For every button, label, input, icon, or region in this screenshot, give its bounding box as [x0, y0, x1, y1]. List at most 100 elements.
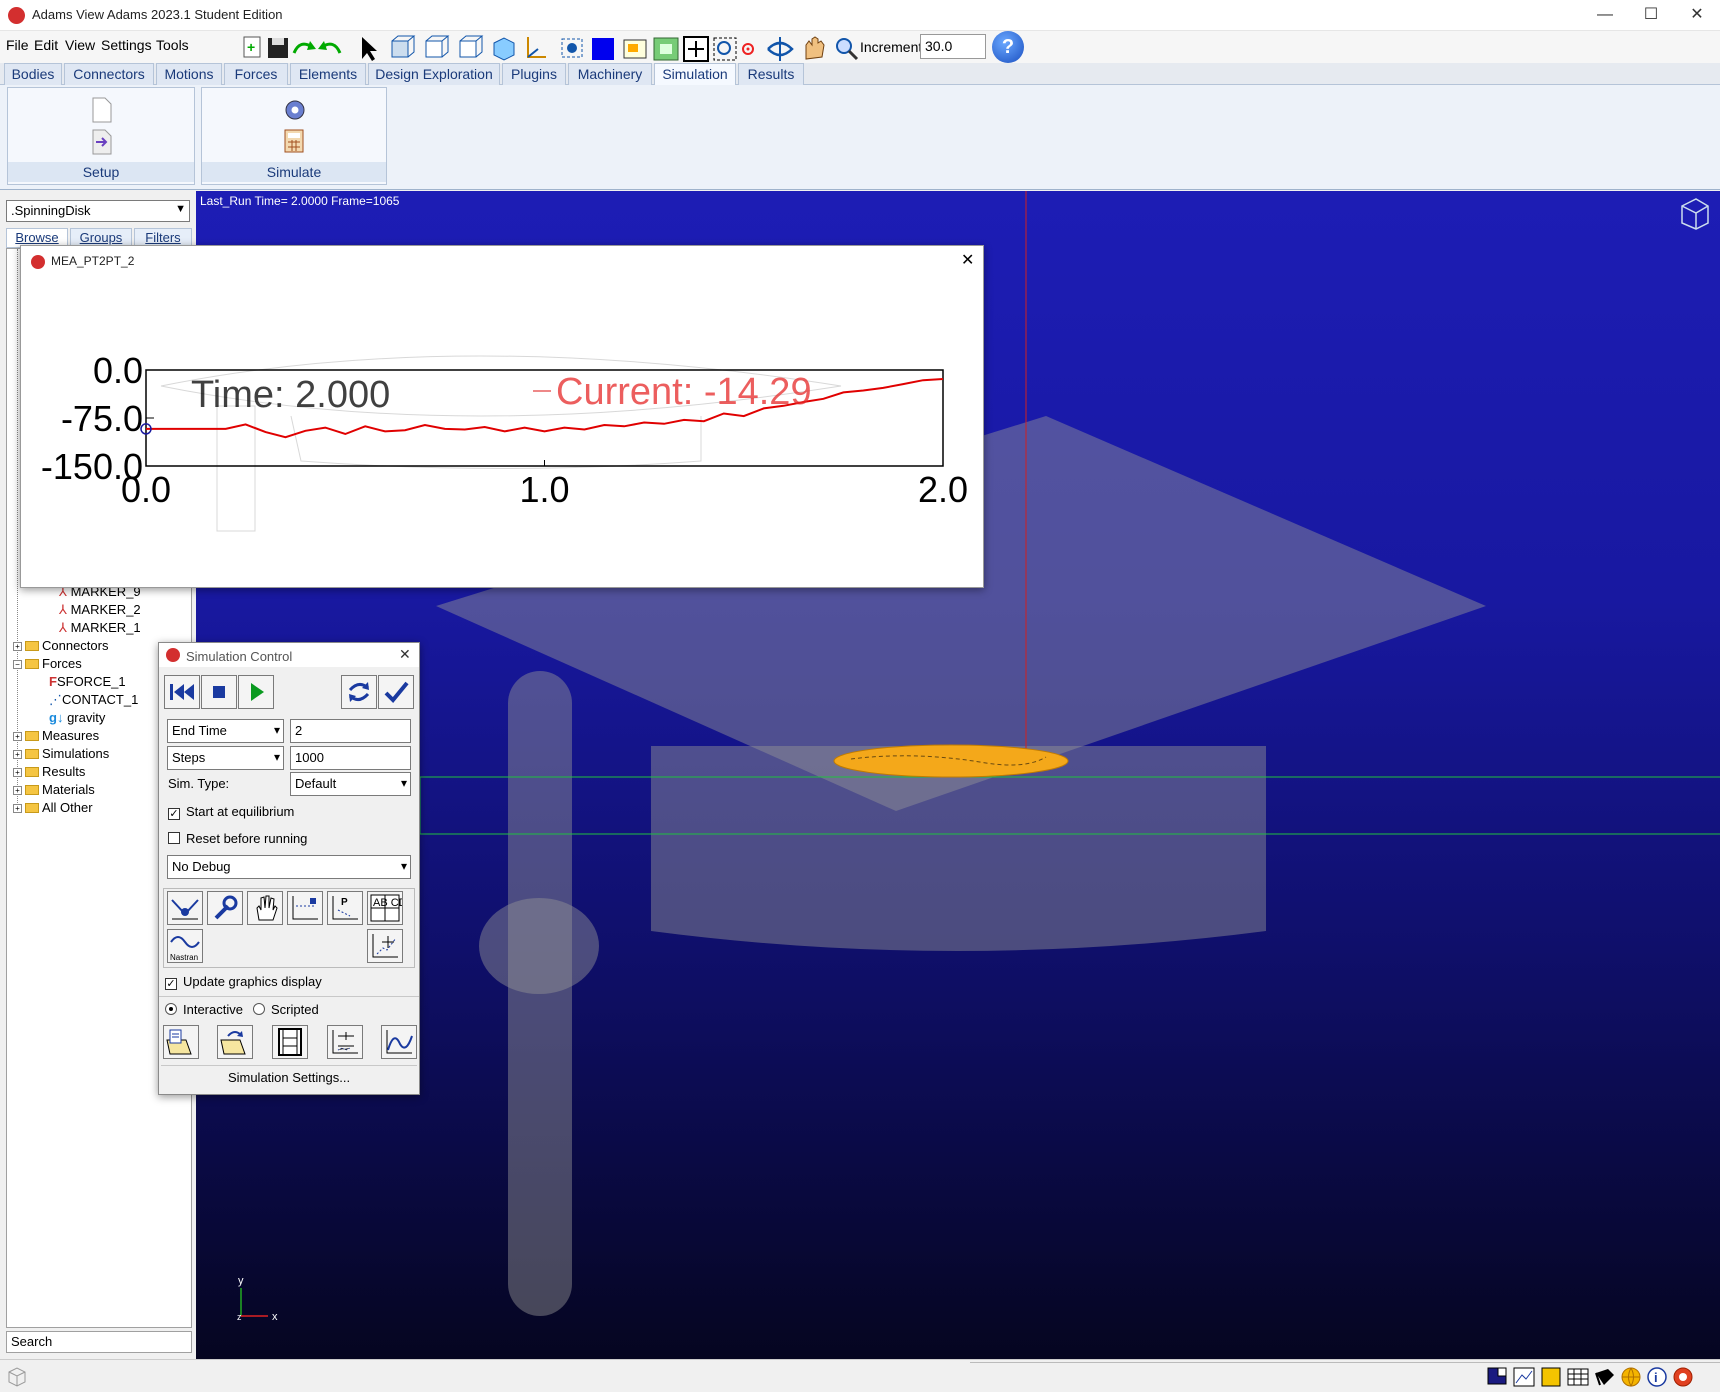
debug-select[interactable]: No Debug — [167, 855, 411, 879]
tree-item-gravity[interactable]: g↓ gravity — [49, 709, 105, 727]
iso-view-icon[interactable] — [493, 37, 515, 61]
expand-icon[interactable]: + — [13, 786, 22, 795]
simulation-control-dialog[interactable]: Simulation Control ✕ End Time 2 Steps 10… — [158, 642, 420, 1095]
color-icon[interactable] — [1541, 1367, 1561, 1387]
document-icon[interactable] — [92, 97, 112, 123]
simulation-settings-button[interactable]: Simulation Settings... — [161, 1065, 417, 1091]
save-run-button[interactable] — [163, 1025, 199, 1059]
tree-item-simulations[interactable]: + Simulations — [13, 745, 109, 763]
menu-view[interactable]: View — [65, 37, 95, 53]
collapse-icon[interactable]: − — [13, 660, 22, 669]
tab-simulation[interactable]: Simulation — [654, 63, 736, 86]
interactive-radio[interactable]: Interactive — [165, 1002, 243, 1017]
tree-item-marker-2[interactable]: ⅄ MARKER_2 — [59, 601, 141, 619]
top-view-icon[interactable] — [425, 35, 450, 58]
gear-icon[interactable] — [285, 100, 305, 120]
setup-label[interactable]: Setup — [8, 162, 194, 182]
save-icon[interactable] — [268, 38, 288, 58]
maximize-button[interactable]: ☐ — [1628, 0, 1674, 30]
reset-before-checkbox[interactable]: Reset before running — [168, 831, 307, 846]
animation-button[interactable] — [272, 1025, 308, 1059]
steps-input[interactable]: 1000 — [290, 746, 411, 770]
stop-button[interactable] — [201, 675, 237, 709]
hand-button[interactable] — [247, 891, 283, 925]
table-icon[interactable] — [1567, 1368, 1589, 1386]
render-mode-icon[interactable] — [561, 38, 583, 58]
end-time-mode-select[interactable]: End Time — [167, 719, 284, 743]
rotate-icon[interactable] — [767, 37, 794, 61]
expand-icon[interactable]: + — [13, 642, 22, 651]
tree-item-contact-1[interactable]: ⋰CONTACT_1 — [49, 691, 138, 709]
select-pointer-icon[interactable] — [362, 37, 377, 61]
sim-type-select[interactable]: Default — [290, 772, 411, 796]
menu-file[interactable]: File — [6, 37, 29, 53]
fit-icon[interactable] — [653, 37, 679, 61]
interactive-sensor-button[interactable] — [167, 891, 203, 925]
plotting-button[interactable] — [381, 1025, 417, 1059]
expand-icon[interactable]: + — [13, 804, 22, 813]
stop-icon[interactable] — [1673, 1367, 1693, 1387]
search-input[interactable]: Search — [6, 1331, 192, 1353]
help-button[interactable]: ? — [992, 31, 1024, 63]
front-view-icon[interactable] — [391, 35, 416, 58]
wrench-button[interactable] — [207, 891, 243, 925]
model-select[interactable]: .SpinningDisk ▼ — [6, 200, 190, 222]
tree-item-sforce-1[interactable]: FSFORCE_1 — [49, 673, 126, 691]
spinning-disk[interactable] — [833, 744, 1069, 778]
pan-icon[interactable] — [805, 36, 825, 60]
tree-item-all-other[interactable]: + All Other — [13, 799, 93, 817]
plot-points-button[interactable]: P — [327, 891, 363, 925]
expand-icon[interactable]: + — [13, 768, 22, 777]
nastran-button[interactable]: Nastran — [167, 929, 203, 963]
increment-input[interactable]: 30.0 — [920, 34, 986, 59]
update-graphics-checkbox[interactable]: ✓ Update graphics display — [165, 974, 322, 990]
center-icon[interactable] — [742, 43, 754, 55]
load-run-button[interactable] — [217, 1025, 253, 1059]
play-button[interactable] — [238, 675, 274, 709]
expand-icon[interactable]: + — [13, 732, 22, 741]
scripted-radio[interactable]: Scripted — [253, 1002, 319, 1017]
measure-plot-window[interactable]: MEA_PT2PT_2 ✕ 0.0 -75.0 -150.0 0.0 1.0 2.0 T… — [20, 245, 984, 588]
tab-motions[interactable]: Motions — [156, 63, 222, 85]
expand-icon[interactable]: + — [13, 750, 22, 759]
zoom-fit-icon[interactable] — [683, 36, 709, 62]
tab-bodies[interactable]: Bodies — [4, 63, 62, 85]
globe-icon[interactable] — [1621, 1367, 1641, 1388]
start-equilibrium-checkbox[interactable]: ✓ Start at equilibrium — [168, 804, 294, 820]
right-view-icon[interactable] — [459, 35, 484, 58]
new-model-icon[interactable]: + — [243, 36, 261, 58]
plot-icon[interactable] — [1513, 1367, 1535, 1387]
calculator-icon[interactable] — [284, 129, 304, 153]
tab-plugins[interactable]: Plugins — [502, 63, 566, 85]
tab-results[interactable]: Results — [738, 63, 804, 85]
tree-item-forces[interactable]: − Forces — [13, 655, 82, 673]
info-icon[interactable]: i — [1647, 1367, 1667, 1387]
reset-button[interactable] — [341, 675, 377, 709]
menu-settings[interactable]: Settings — [101, 37, 152, 53]
triad-icon[interactable] — [527, 37, 546, 58]
tab-connectors[interactable]: Connectors — [64, 63, 154, 85]
undo-icon[interactable] — [318, 41, 342, 54]
color-icon[interactable] — [592, 38, 614, 60]
view-layout-icon[interactable] — [623, 39, 647, 59]
minimize-button[interactable]: — — [1582, 0, 1628, 30]
ok-button[interactable] — [378, 675, 414, 709]
table-button[interactable]: AB CD — [367, 891, 407, 925]
tree-item-connectors[interactable]: + Connectors — [13, 637, 108, 655]
simulate-label[interactable]: Simulate — [202, 162, 386, 182]
zoom-icon[interactable] — [836, 38, 859, 61]
plot-tracking-button[interactable] — [287, 891, 323, 925]
menu-tools[interactable]: Tools — [156, 37, 189, 53]
end-time-input[interactable]: 2 — [290, 719, 411, 743]
close-icon[interactable]: ✕ — [399, 646, 411, 663]
tree-item-results[interactable]: + Results — [13, 763, 85, 781]
menu-edit[interactable]: Edit — [34, 37, 58, 53]
rewind-button[interactable] — [164, 675, 200, 709]
cursor-icon[interactable] — [1595, 1369, 1614, 1386]
steps-mode-select[interactable]: Steps — [167, 746, 284, 770]
tab-design-exploration[interactable]: Design Exploration — [368, 63, 500, 85]
zoom-box-icon[interactable] — [713, 37, 737, 61]
view-cube-icon[interactable] — [1681, 198, 1709, 230]
tab-forces[interactable]: Forces — [224, 63, 288, 85]
view-cube-icon[interactable] — [6, 1366, 28, 1388]
